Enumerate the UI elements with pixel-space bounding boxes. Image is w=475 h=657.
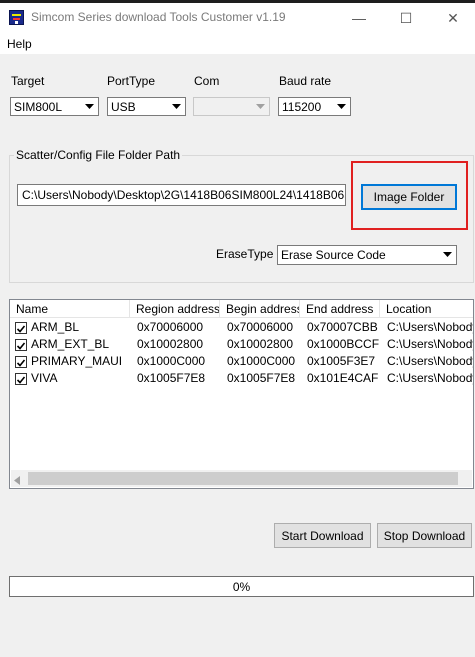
image-folder-button[interactable]: Image Folder — [361, 184, 457, 210]
row-checkbox[interactable] — [15, 373, 27, 385]
cell-end: 0x70007CBB — [307, 320, 378, 334]
minimize-button[interactable]: — — [336, 3, 382, 33]
baud-rate-label: Baud rate — [279, 74, 332, 88]
chevron-down-icon — [169, 99, 184, 114]
cell-end: 0x1005F3E7 — [307, 354, 376, 368]
cell-location: C:\Users\Nobody — [387, 337, 473, 351]
window-title: Simcom Series download Tools Customer v1… — [31, 10, 286, 24]
row-checkbox[interactable] — [15, 322, 27, 334]
checkmark-icon — [16, 325, 26, 333]
stop-download-button[interactable]: Stop Download — [377, 523, 472, 548]
table-row[interactable]: PRIMARY_MAUI 0x1000C000 0x1000C000 0x100… — [10, 353, 473, 370]
minimize-icon: — — [352, 10, 366, 26]
column-header-location[interactable]: Location — [380, 300, 473, 318]
scatter-path-field[interactable]: C:\Users\Nobody\Desktop\2G\1418B06SIM800… — [17, 184, 346, 206]
menu-bar — [0, 34, 475, 54]
column-header-name[interactable]: Name — [10, 300, 130, 318]
erase-type-value: Erase Source Code — [281, 248, 386, 262]
maximize-icon: ☐ — [399, 9, 413, 26]
table-row[interactable]: VIVA 0x1005F7E8 0x1005F7E8 0x101E4CAF C:… — [10, 370, 473, 387]
com-select[interactable] — [193, 97, 270, 116]
chevron-down-icon — [82, 99, 97, 114]
com-label: Com — [194, 74, 220, 88]
target-select[interactable]: SIM800L — [10, 97, 99, 116]
cell-name: PRIMARY_MAUI — [31, 354, 123, 368]
close-button[interactable]: ✕ — [430, 3, 475, 33]
cell-region: 0x1005F7E8 — [137, 371, 206, 385]
target-value: SIM800L — [14, 99, 63, 114]
erase-type-select[interactable]: Erase Source Code — [277, 245, 457, 265]
close-icon: ✕ — [447, 9, 459, 26]
horizontal-scrollbar[interactable] — [11, 470, 472, 487]
checkmark-icon — [16, 342, 26, 350]
chevron-down-icon — [334, 99, 349, 114]
baud-rate-select[interactable]: 115200 — [278, 97, 351, 116]
cell-end: 0x101E4CAF — [307, 371, 379, 385]
cell-location: C:\Users\Nobody — [387, 320, 473, 334]
table-header: Name Region address Begin address End ad… — [10, 300, 473, 318]
row-checkbox[interactable] — [15, 356, 27, 368]
maximize-button[interactable]: ☐ — [383, 3, 429, 33]
menu-help[interactable]: Help — [7, 37, 32, 51]
cell-region: 0x70006000 — [137, 320, 204, 334]
cell-location: C:\Users\Nobody — [387, 371, 473, 385]
cell-region: 0x1000C000 — [137, 354, 206, 368]
app-icon — [9, 10, 24, 25]
checkmark-icon — [16, 376, 26, 384]
checkmark-icon — [16, 359, 26, 367]
chevron-down-icon — [253, 99, 268, 114]
cell-region: 0x10002800 — [137, 337, 204, 351]
porttype-value: USB — [111, 99, 136, 114]
column-header-end[interactable]: End address — [300, 300, 380, 318]
chevron-down-icon — [440, 247, 455, 262]
download-progress-bar: 0% — [9, 576, 474, 597]
cell-begin: 0x70006000 — [227, 320, 294, 334]
row-checkbox[interactable] — [15, 339, 27, 351]
cell-name: ARM_BL — [31, 320, 80, 334]
table-row[interactable]: ARM_EXT_BL 0x10002800 0x10002800 0x1000B… — [10, 336, 473, 353]
erase-type-label: EraseType — [216, 247, 274, 261]
cell-begin: 0x10002800 — [227, 337, 294, 351]
start-download-button[interactable]: Start Download — [274, 523, 371, 548]
column-header-begin[interactable]: Begin address — [220, 300, 300, 318]
cell-begin: 0x1000C000 — [227, 354, 296, 368]
cell-begin: 0x1005F7E8 — [227, 371, 296, 385]
scroll-left-icon[interactable] — [14, 474, 20, 488]
cell-name: ARM_EXT_BL — [31, 337, 110, 351]
cell-location: C:\Users\Nobody — [387, 354, 473, 368]
porttype-select[interactable]: USB — [107, 97, 186, 116]
progress-text: 0% — [232, 579, 251, 594]
column-header-region[interactable]: Region address — [130, 300, 220, 318]
image-table[interactable]: Name Region address Begin address End ad… — [9, 299, 474, 489]
target-label: Target — [11, 74, 45, 88]
porttype-label: PortType — [107, 74, 156, 88]
scrollbar-thumb[interactable] — [28, 472, 458, 485]
cell-end: 0x1000BCCF — [307, 337, 379, 351]
cell-name: VIVA — [31, 371, 58, 385]
baud-rate-value: 115200 — [282, 99, 322, 114]
scatter-group-title: Scatter/Config File Folder Path — [14, 148, 183, 162]
table-row[interactable]: ARM_BL 0x70006000 0x70006000 0x70007CBB … — [10, 319, 473, 336]
